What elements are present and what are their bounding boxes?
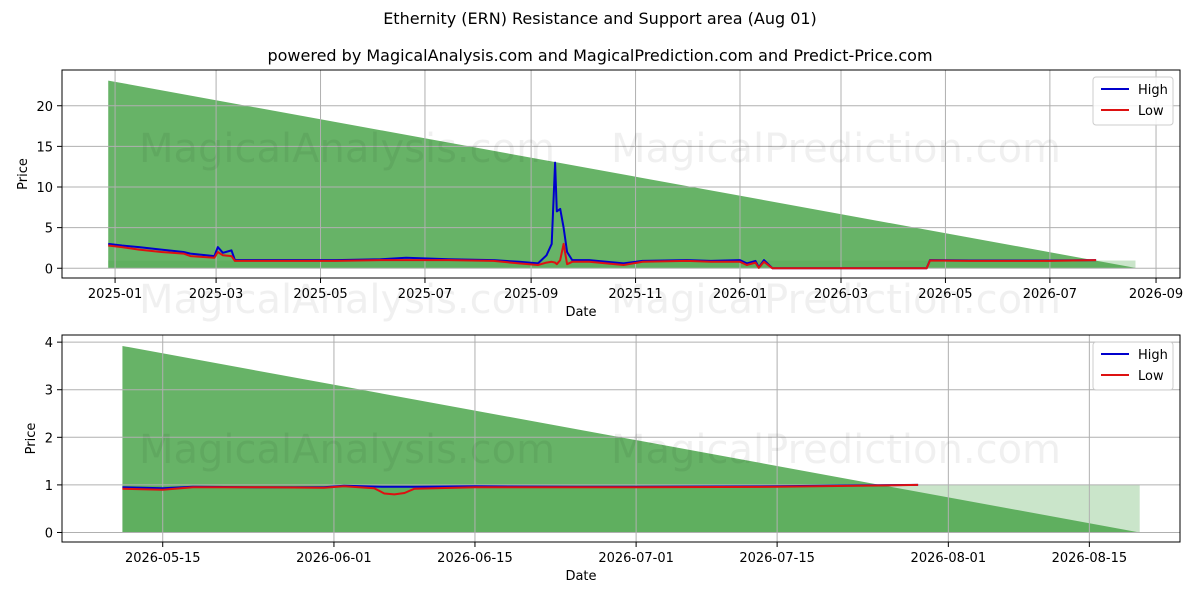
y-tick-label: 2 [45,431,53,446]
watermark: MagicalAnalysis.com [139,126,555,172]
x-axis-label: Date [565,569,596,584]
legend-label-low: Low [1138,369,1164,384]
y-tick-label: 20 [36,100,53,115]
x-tick-label: 2026-05-15 [125,551,201,566]
y-tick-label: 5 [45,222,53,237]
resistance-area [108,80,1136,269]
chart-canvas: 2025-01 2025-03 2025-05 2025-07 2025-09 2025-… [16,69,1183,584]
x-tick-label: 2026-08-15 [1052,551,1128,566]
legend-label-low: Low [1138,104,1164,119]
x-tick-label: 2026-07-01 [598,551,674,566]
x-tick-label: 2026-06-01 [296,551,372,566]
y-tick-label: 10 [36,181,53,196]
y-axis-label: Price [16,158,31,190]
x-tick-label: 2025-01 [88,287,142,302]
x-axis-label: Date [565,305,596,320]
y-tick-label: 15 [36,140,53,155]
x-tick-label: 2026-06-15 [437,551,513,566]
x-tick-label: 2026-07-15 [739,551,815,566]
y-tick-label: 3 [45,384,53,399]
watermark: MagicalPrediction.com [611,126,1061,172]
y-axis-label: Price [24,423,39,455]
watermark: MagicalPrediction.com [611,277,1061,323]
legend-label-high: High [1138,348,1168,363]
y-tick-label: 4 [45,336,53,351]
x-tick-label: 2026-08-01 [911,551,987,566]
y-tick-label: 0 [45,262,53,277]
watermark: MagicalAnalysis.com [139,277,555,323]
y-tick-label: 0 [45,526,53,541]
y-tick-label: 1 [45,479,53,494]
x-tick-label: 2026-09 [1129,287,1183,302]
watermark: MagicalPrediction.com [611,427,1061,473]
watermark: MagicalAnalysis.com [139,427,555,473]
legend-label-high: High [1138,83,1168,98]
